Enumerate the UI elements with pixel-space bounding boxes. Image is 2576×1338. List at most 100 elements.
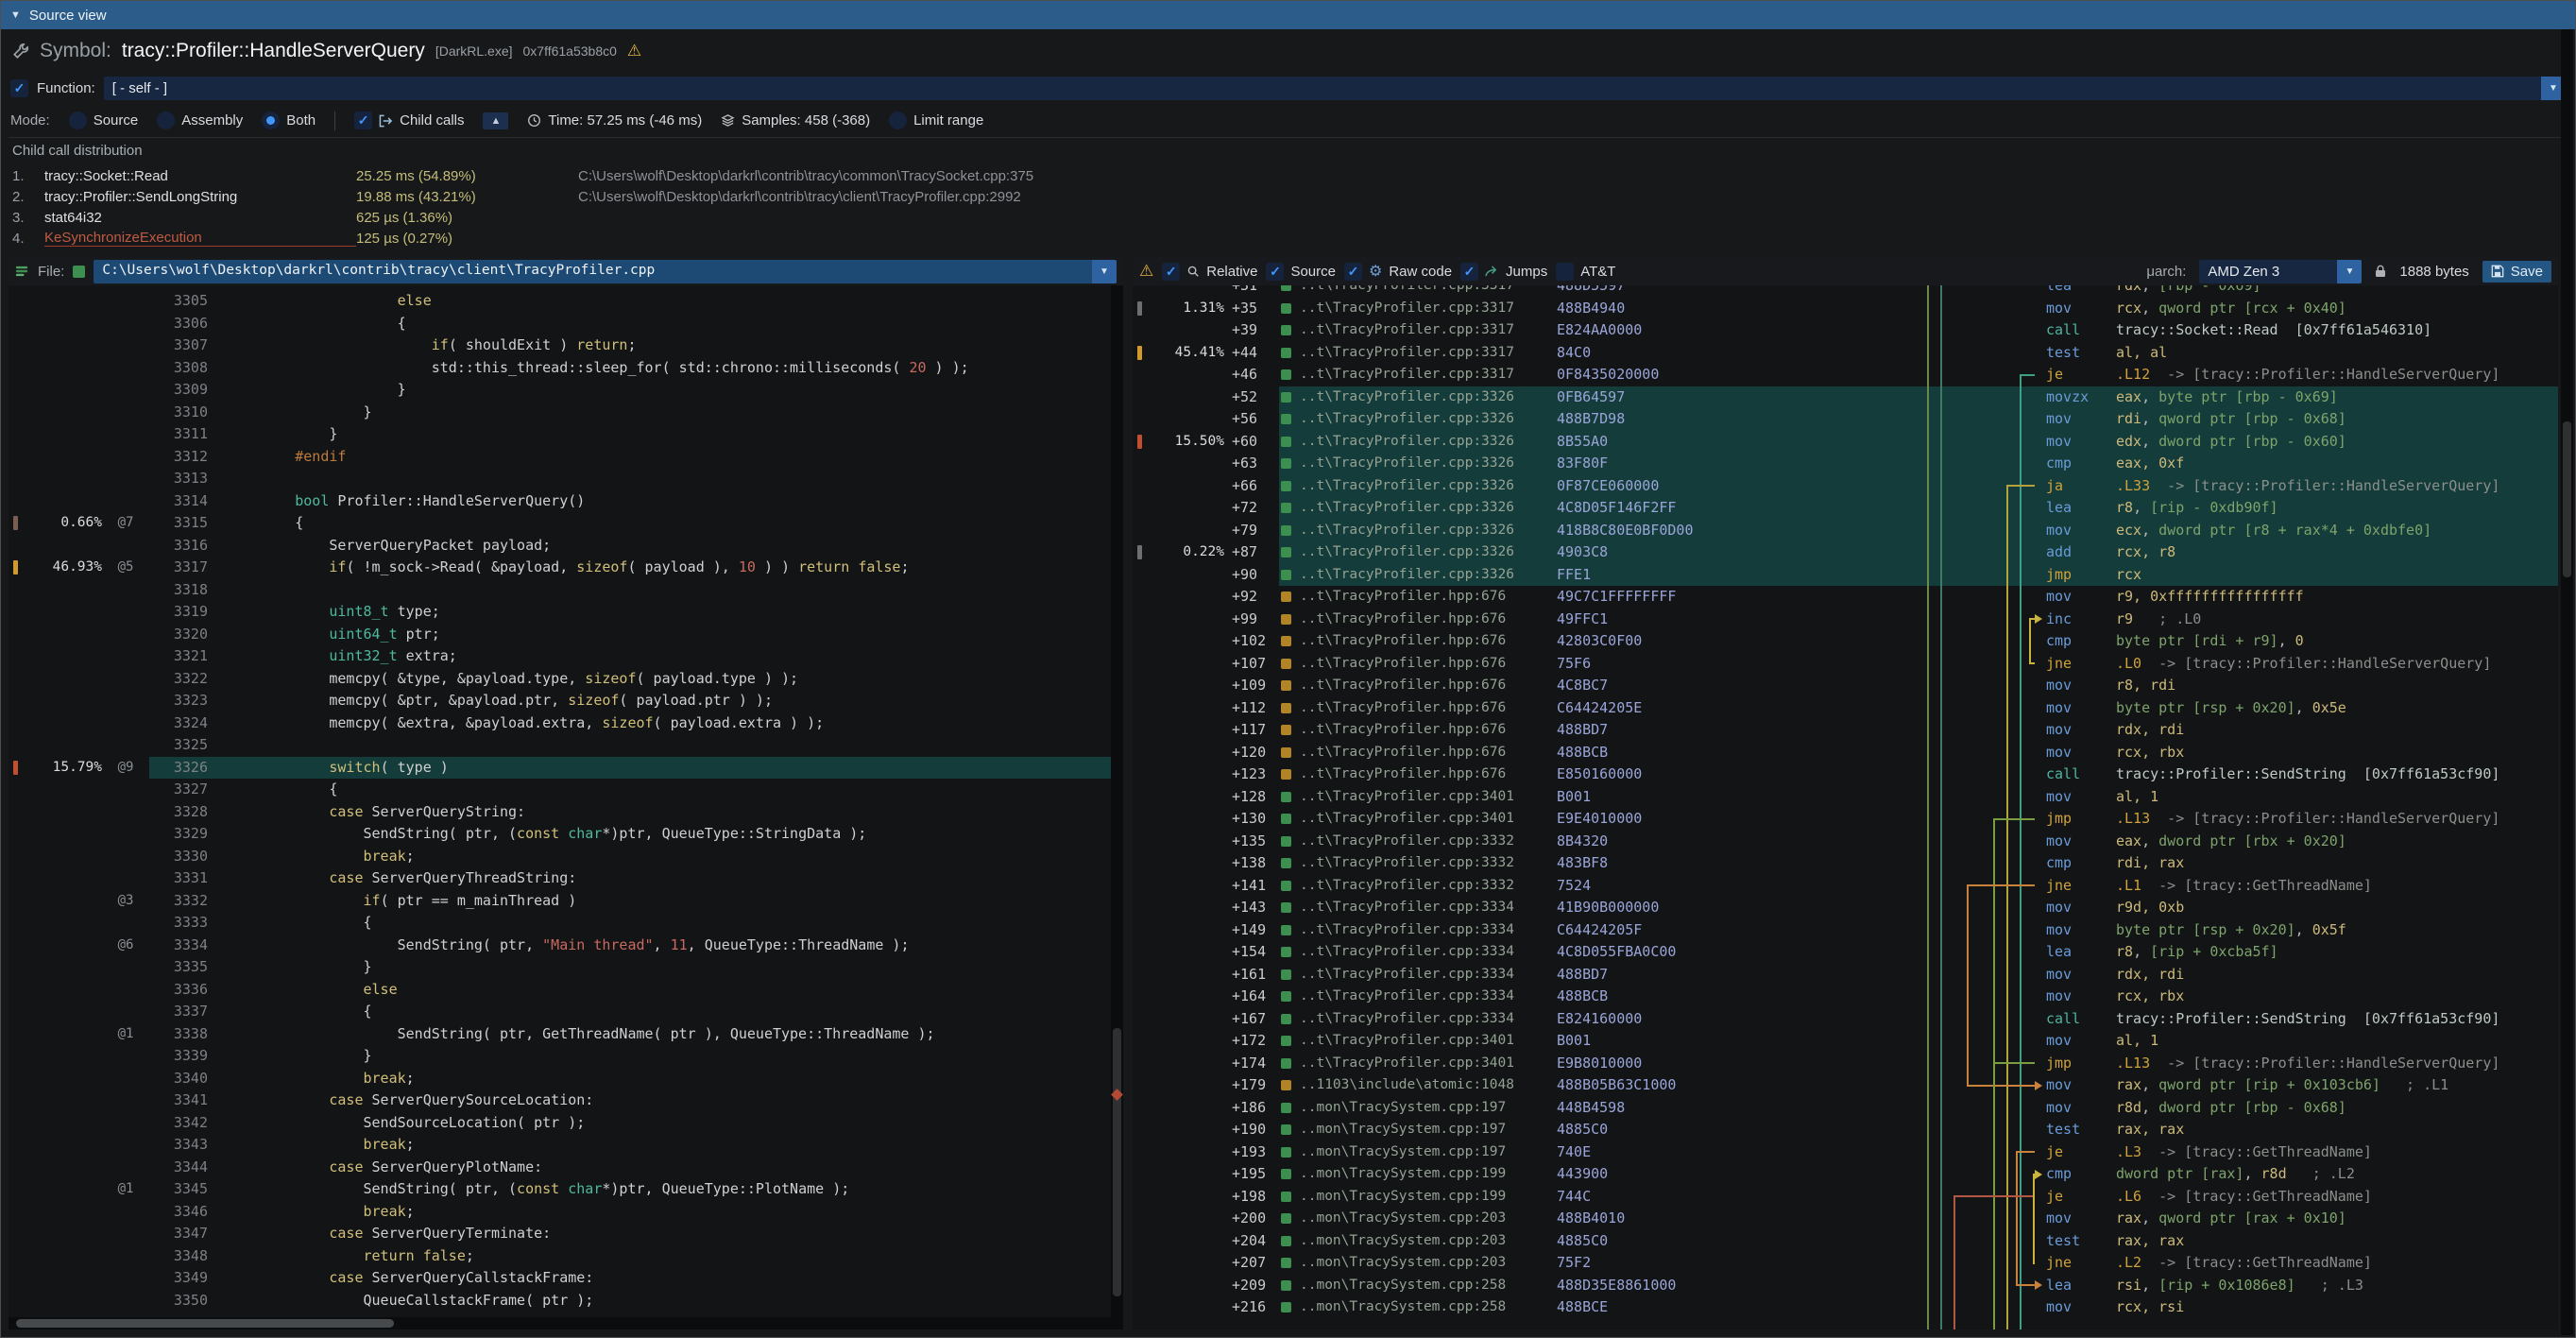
source-line[interactable]: 0.66%@73315 { — [9, 512, 1123, 535]
source-line[interactable]: 3316 ServerQueryPacket payload; — [9, 535, 1123, 558]
asm-instruction-row[interactable]: +102..t\TracyProfiler.hpp:67642803C0F00c… — [1133, 630, 2558, 653]
asm-instruction-row[interactable]: +186..mon\TracySystem.cpp:197448B4598mov… — [1133, 1097, 2558, 1120]
source-line[interactable]: 3331 case ServerQueryThreadString: — [9, 867, 1123, 890]
source-checkbox[interactable]: ✓ Source — [1266, 263, 1336, 281]
mode-radio-source[interactable]: Source — [69, 112, 139, 129]
asm-instruction-row[interactable]: +195..mon\TracySystem.cpp:199443900cmpdw… — [1133, 1163, 2558, 1186]
function-checkbox[interactable]: ✓ — [10, 79, 28, 97]
asm-instruction-row[interactable]: +167..t\TracyProfiler.cpp:3334E824160000… — [1133, 1008, 2558, 1031]
asm-instruction-row[interactable]: +128..t\TracyProfiler.cpp:3401B001moval,… — [1133, 786, 2558, 809]
asm-instruction-row[interactable]: +31..t\TracyProfiler.cpp:3317488D5597lea… — [1133, 285, 2558, 298]
mode-radio-both[interactable]: Both — [262, 112, 316, 129]
mode-radio-assembly[interactable]: Assembly — [157, 112, 243, 129]
source-line[interactable]: 3330 break; — [9, 846, 1123, 868]
function-combo[interactable]: [ - self - ] ▼ — [104, 77, 2566, 100]
dropdown-arrow-icon[interactable]: ▼ — [2337, 260, 2362, 283]
source-line[interactable]: 3308 std::this_thread::sleep_for( std::c… — [9, 357, 1123, 380]
asm-instruction-row[interactable]: +216..mon\TracySystem.cpp:258488BCEmovrc… — [1133, 1296, 2558, 1319]
limit-range-checkbox[interactable]: ✓ Limit range — [889, 112, 983, 129]
radio-icon[interactable] — [69, 112, 87, 129]
checkbox-icon[interactable]: ✓ — [354, 112, 372, 129]
checkbox-icon[interactable]: ✓ — [1460, 263, 1478, 281]
source-line[interactable]: 3319 uint8_t type; — [9, 601, 1123, 624]
source-line[interactable]: 3322 memcpy( &type, &payload.type, sizeo… — [9, 668, 1123, 691]
source-line[interactable]: @63334 SendString( ptr, "Main thread", 1… — [9, 935, 1123, 957]
source-line[interactable]: @13345 SendString( ptr, (const char*)ptr… — [9, 1178, 1123, 1201]
asm-instruction-row[interactable]: +79..t\TracyProfiler.cpp:3326418B8C80E0B… — [1133, 520, 2558, 542]
source-line[interactable]: 3311 } — [9, 423, 1123, 446]
asm-instruction-row[interactable]: +52..t\TracyProfiler.cpp:33260FB64597mov… — [1133, 386, 2558, 409]
asm-instruction-row[interactable]: +92..t\TracyProfiler.hpp:67649C7C1FFFFFF… — [1133, 586, 2558, 609]
source-line[interactable]: 3318 — [9, 579, 1123, 602]
uarch-combo[interactable]: AMD Zen 3 ▼ — [2199, 260, 2362, 283]
asm-instruction-row[interactable]: +123..t\TracyProfiler.hpp:676E850160000c… — [1133, 763, 2558, 786]
child-call-item[interactable]: 4.KeSynchronizeExecution125 µs (0.27%) — [12, 228, 2564, 249]
checkbox-icon[interactable]: ✓ — [1266, 263, 1284, 281]
source-line[interactable]: 3324 memcpy( &extra, &payload.extra, siz… — [9, 712, 1123, 735]
source-line[interactable]: 3341 case ServerQuerySourceLocation: — [9, 1089, 1123, 1112]
asm-instruction-row[interactable]: +164..t\TracyProfiler.cpp:3334488BCBmovr… — [1133, 986, 2558, 1008]
source-line[interactable]: 3327 { — [9, 779, 1123, 801]
checkbox-icon[interactable]: ✓ — [1344, 263, 1362, 281]
arrow-up-button[interactable]: ▲ — [483, 112, 508, 129]
asm-instruction-row[interactable]: +179..1103\include\atomic:1048488B05B63C… — [1133, 1074, 2558, 1097]
source-line[interactable]: 3336 else — [9, 979, 1123, 1002]
source-line[interactable]: 3306 { — [9, 313, 1123, 335]
asm-instruction-row[interactable]: +154..t\TracyProfiler.cpp:33344C8D055FBA… — [1133, 941, 2558, 964]
source-line[interactable]: 3307 if( shouldExit ) return; — [9, 334, 1123, 357]
scrollbar-thumb[interactable] — [1113, 1028, 1121, 1296]
child-calls-checkbox[interactable]: ✓ Child calls — [354, 112, 464, 129]
asm-instruction-row[interactable]: +120..t\TracyProfiler.hpp:676488BCBmovrc… — [1133, 742, 2558, 764]
checkbox-icon[interactable]: ✓ — [1556, 263, 1574, 281]
asm-instruction-row[interactable]: +107..t\TracyProfiler.hpp:67675F6jne.L0 … — [1133, 653, 2558, 676]
scrollbar-thumb[interactable] — [2563, 421, 2571, 578]
source-line[interactable]: 3337 { — [9, 1001, 1123, 1023]
source-line[interactable]: 3344 case ServerQueryPlotName: — [9, 1157, 1123, 1179]
source-line[interactable]: 3350 QueueCallstackFrame( ptr ); — [9, 1290, 1123, 1312]
asm-instruction-row[interactable]: +90..t\TracyProfiler.cpp:3326FFE1jmprcx — [1133, 564, 2558, 587]
source-line[interactable]: 3349 case ServerQueryCallstackFrame: — [9, 1267, 1123, 1290]
asm-instruction-row[interactable]: +209..mon\TracySystem.cpp:258488D35E8861… — [1133, 1275, 2558, 1297]
asm-instruction-row[interactable]: +99..t\TracyProfiler.hpp:67649FFC1incr9 … — [1133, 609, 2558, 631]
source-line[interactable]: 3321 uint32_t extra; — [9, 645, 1123, 668]
source-line[interactable]: 3323 memcpy( &ptr, &payload.ptr, sizeof(… — [9, 690, 1123, 712]
asm-instruction-row[interactable]: +46..t\TracyProfiler.cpp:33170F843502000… — [1133, 364, 2558, 386]
source-line[interactable]: 3342 SendSourceLocation( ptr ); — [9, 1112, 1123, 1135]
save-button[interactable]: Save — [2482, 261, 2551, 283]
radio-icon[interactable] — [157, 112, 175, 129]
source-line[interactable]: 3312 #endif — [9, 446, 1123, 469]
source-v-scrollbar[interactable] — [1111, 285, 1123, 1317]
source-line[interactable]: 3346 break; — [9, 1201, 1123, 1224]
asm-instruction-row[interactable]: +174..t\TracyProfiler.cpp:3401E9B8010000… — [1133, 1053, 2558, 1075]
asm-instruction-row[interactable]: +141..t\TracyProfiler.cpp:33327524jne.L1… — [1133, 875, 2558, 898]
asm-instruction-row[interactable]: +109..t\TracyProfiler.hpp:6764C8BC7movr8… — [1133, 675, 2558, 697]
asm-instruction-row[interactable]: +204..mon\TracySystem.cpp:2034885C0testr… — [1133, 1230, 2558, 1253]
source-line[interactable]: 3313 — [9, 468, 1123, 490]
asm-instruction-row[interactable]: +138..t\TracyProfiler.cpp:3332483BF8cmpr… — [1133, 852, 2558, 875]
source-line[interactable]: 3333 { — [9, 912, 1123, 935]
source-line[interactable]: 3305 else — [9, 290, 1123, 313]
source-line[interactable]: 46.93%@53317 if( !m_sock->Read( &payload… — [9, 557, 1123, 579]
source-line[interactable]: 3335 } — [9, 956, 1123, 979]
asm-instruction-row[interactable]: +117..t\TracyProfiler.hpp:676488BD7movrd… — [1133, 719, 2558, 742]
source-line[interactable]: @13338 SendString( ptr, GetThreadName( p… — [9, 1023, 1123, 1046]
rawcode-checkbox[interactable]: ✓ ⚙ Raw code — [1344, 262, 1452, 281]
checkbox-icon[interactable]: ✓ — [1162, 263, 1180, 281]
file-path-combo[interactable]: C:\Users\wolf\Desktop\darkrl\contrib\tra… — [94, 260, 1117, 283]
jumps-checkbox[interactable]: ✓ Jumps — [1460, 263, 1547, 281]
title-bar[interactable]: ▼ Source view — [1, 1, 2575, 29]
source-line[interactable]: @33332 if( ptr == m_mainThread ) — [9, 890, 1123, 913]
source-line[interactable]: 3339 } — [9, 1045, 1123, 1068]
dropdown-arrow-icon[interactable]: ▼ — [1092, 260, 1117, 283]
relative-checkbox[interactable]: ✓ Relative — [1162, 263, 1257, 281]
radio-icon[interactable] — [262, 112, 280, 129]
asm-instruction-row[interactable]: +143..t\TracyProfiler.cpp:333441B90B0000… — [1133, 897, 2558, 919]
asm-instruction-row[interactable]: +190..mon\TracySystem.cpp:1974885C0testr… — [1133, 1119, 2558, 1141]
source-line[interactable]: 3325 — [9, 734, 1123, 757]
asm-instruction-row[interactable]: +130..t\TracyProfiler.cpp:3401E9E4010000… — [1133, 808, 2558, 831]
source-line[interactable]: 3348 return false; — [9, 1245, 1123, 1268]
source-line[interactable]: 3320 uint64_t ptr; — [9, 624, 1123, 646]
asm-instruction-row[interactable]: 15.50%+60..t\TracyProfiler.cpp:33268B55A… — [1133, 431, 2558, 454]
source-line[interactable]: 3328 case ServerQueryString: — [9, 801, 1123, 824]
child-call-item[interactable]: 3.stat64i32625 µs (1.36%) — [12, 207, 2564, 228]
